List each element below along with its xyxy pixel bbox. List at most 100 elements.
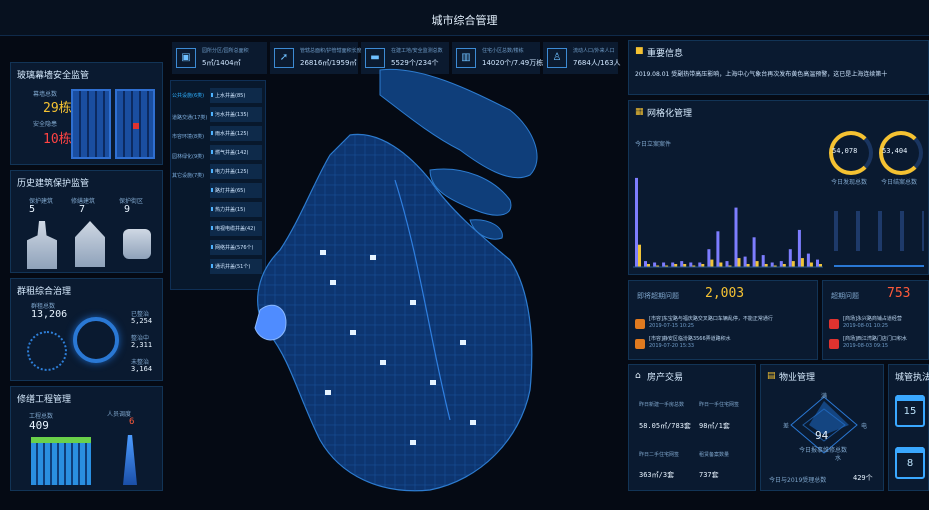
bar [816, 259, 819, 267]
panel-title: 玻璃幕墙安全监管 [17, 71, 90, 81]
bar [698, 262, 702, 267]
label: 租赁备案数量 [699, 452, 730, 458]
building-icon: ▣ [176, 48, 196, 68]
stat-label: 住宅小区总数/楼栋 [482, 48, 524, 54]
property-management-panel: ▤ 物业管理 满 差 电 水 94 今日报事维修总数 今日与2019受理总数 4… [760, 364, 884, 491]
bar [809, 262, 813, 267]
city-enforcement-panel: 城管执法 15 8 [888, 364, 929, 491]
label: 人员调度 [107, 411, 132, 418]
bar [797, 229, 801, 267]
bar [779, 261, 783, 267]
panel-title: 群租综合治理 [17, 287, 72, 297]
bar [653, 262, 657, 267]
lock-icon: ■ [635, 46, 644, 56]
panel-title: 网格化管理 [647, 109, 693, 119]
bar [638, 244, 641, 267]
map-marker [430, 380, 436, 385]
housing-transaction-panel: ⌂ 房产交易 昨日新建一手房总数 昨日一手住宅网签 58.05㎡/783套 98… [628, 364, 756, 491]
alert-icon [829, 319, 839, 329]
bar [725, 261, 729, 267]
home-icon: ⌂ [635, 371, 641, 381]
lake-map-shape [254, 304, 287, 341]
problem-time: 2019-07-20 15:33 [649, 343, 695, 349]
bar [755, 261, 759, 267]
bar [689, 262, 693, 267]
value: 737套 [699, 471, 719, 479]
repair-count: 94 [815, 429, 829, 442]
tower-icon [27, 221, 57, 269]
bar [680, 261, 684, 267]
overdue-problems-panel: 超期问题 753 [商场]永兴路商铺占道经营 2019-08-01 10:25 … [822, 280, 929, 360]
map-marker [410, 440, 416, 445]
bar [635, 177, 638, 267]
stat-label: 管辖总面积/护管辖面积长度 [300, 48, 362, 54]
value: 7 [79, 204, 86, 215]
bar [644, 261, 647, 267]
bar [752, 237, 756, 267]
value: 2,311 [131, 341, 153, 349]
panel-title: 历史建筑保护监管 [17, 179, 90, 189]
top-bar: 城市综合管理 [0, 0, 929, 36]
category-item-road[interactable]: 道路交通(17类) [172, 114, 210, 121]
calendar-icon: 15 [895, 395, 925, 427]
category-item-greenery[interactable]: 园林绿化(9类) [172, 153, 210, 160]
bar [806, 253, 810, 267]
map-marker [460, 340, 466, 345]
bar [671, 262, 675, 267]
alert-icon [635, 339, 645, 349]
phone-icon [123, 229, 151, 259]
renovation-panel: 修缮工程管理 工程总数 409 人员调度 6 [10, 386, 163, 491]
label: 超期问题 [831, 292, 859, 300]
label: 今日与2019受理总数 [769, 477, 827, 484]
curtain-danger: 10栋 [43, 132, 72, 147]
gauge-closed-label: 今日结案总数 [881, 179, 918, 186]
value: 429个 [853, 474, 873, 482]
gauge-found-value: 54,078 [832, 147, 858, 155]
mini-bar-chart [834, 211, 924, 251]
gauge-closed-value: 53,404 [882, 147, 908, 155]
historic-building-panel: 历史建筑保护监管 保护建筑 5 修缮建筑 7 保护街区 9 [10, 170, 163, 273]
panel-title: 城管执法 [895, 373, 929, 383]
glass-curtain-panel: 玻璃幕墙安全监管 幕墙总数 29栋 安全隐患 10栋 [10, 62, 163, 165]
hex-icon [27, 331, 67, 371]
stat-label: 在建工地/安全监测总数 [391, 48, 443, 54]
label: 今日报事维修总数 [799, 447, 848, 454]
map-marker [370, 255, 376, 260]
panel-title: 重要信息 [647, 49, 684, 59]
timeline-slider[interactable] [834, 265, 924, 267]
label: 昨日新建一手房总数 [639, 402, 685, 408]
grid-icon: ▦ [635, 107, 644, 117]
alert-icon [829, 339, 839, 349]
stat-label: 流动人口/外来人口 [573, 48, 615, 54]
bar [788, 249, 792, 267]
radar-label: 满 [821, 393, 828, 400]
map-marker [325, 390, 331, 395]
app-title: 城市综合管理 [431, 14, 498, 27]
value: 5 [29, 204, 36, 215]
bar [737, 258, 741, 267]
city-map[interactable] [230, 60, 620, 500]
map-marker [380, 360, 386, 365]
label: 保护街区 [119, 198, 144, 205]
map-marker [470, 420, 476, 425]
bar [761, 255, 765, 267]
map-marker [350, 330, 356, 335]
bar [710, 259, 714, 267]
category-item-other[interactable]: 其它设施(7类) [172, 172, 210, 179]
building-icon [71, 89, 111, 159]
radar-label: 差 [783, 423, 790, 430]
category-item-public[interactable]: 公共设施(6类) [172, 92, 210, 99]
radar-label: 水 [835, 455, 842, 462]
value: 363㎡/3套 [639, 471, 675, 479]
value: 9 [124, 204, 131, 215]
alert-icon [635, 319, 645, 329]
alert-icon [133, 123, 139, 129]
curtain-total: 29栋 [43, 101, 72, 116]
map-marker [330, 280, 336, 285]
chart-title: 今日立案案件 [635, 141, 672, 148]
ring-icon [73, 317, 119, 363]
map-marker [320, 250, 326, 255]
category-item-environment[interactable]: 市容环境(8类) [172, 133, 210, 140]
map-marker [410, 300, 416, 305]
problem-time: 2019-08-03 09:15 [843, 343, 889, 349]
